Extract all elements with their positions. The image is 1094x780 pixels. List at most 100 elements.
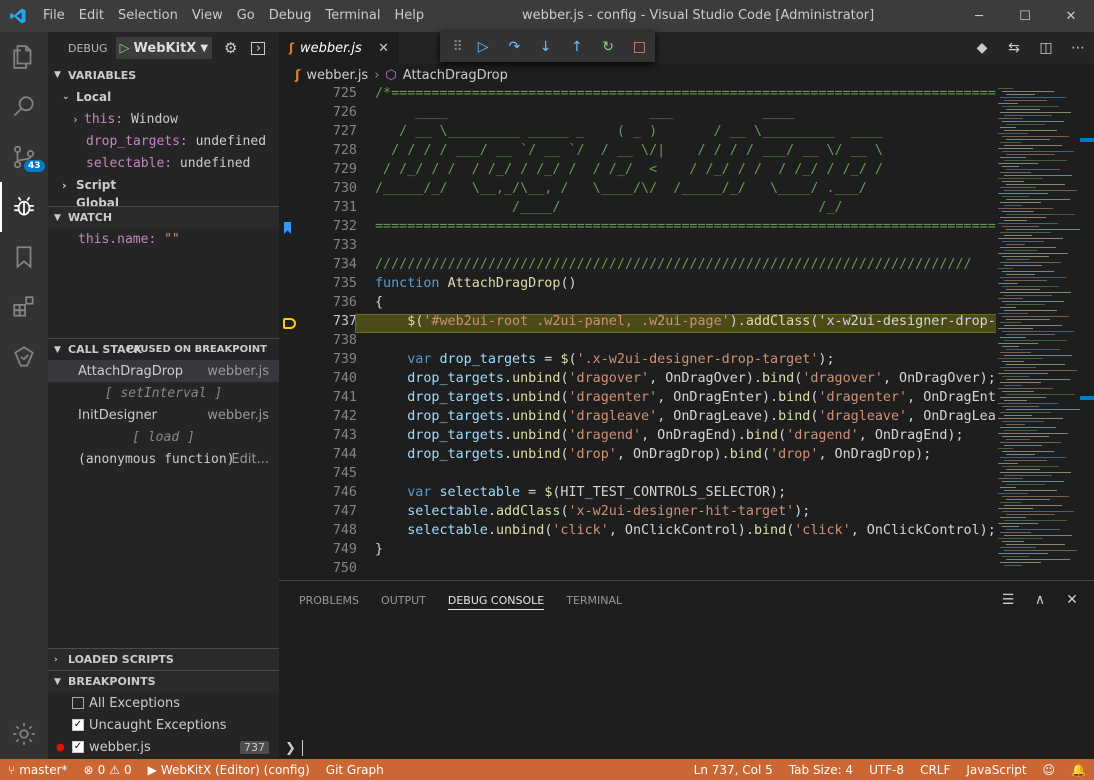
gutter[interactable] bbox=[279, 276, 299, 295]
code-line[interactable]: 731 /____/ /_/ bbox=[279, 200, 1094, 219]
source-control-icon[interactable]: 43 bbox=[0, 132, 48, 182]
variable-row[interactable]: drop_targets: undefined bbox=[48, 130, 279, 152]
line-ending[interactable]: CRLF bbox=[912, 763, 958, 777]
code-line[interactable]: 750 bbox=[279, 561, 1094, 580]
watch-header[interactable]: ▼ WATCH bbox=[48, 206, 279, 228]
feedback-icon[interactable]: ☺ bbox=[1035, 763, 1064, 777]
gutter[interactable] bbox=[279, 333, 299, 352]
gutter[interactable] bbox=[279, 200, 299, 219]
menu-debug[interactable]: Debug bbox=[262, 0, 319, 32]
gutter[interactable] bbox=[279, 352, 299, 371]
scope-script[interactable]: › Script bbox=[48, 174, 279, 196]
menu-help[interactable]: Help bbox=[387, 0, 431, 32]
gutter[interactable] bbox=[279, 314, 299, 333]
gutter[interactable] bbox=[279, 542, 299, 561]
tab-problems[interactable]: PROBLEMS bbox=[291, 581, 373, 619]
close-panel-icon[interactable]: ✕ bbox=[1056, 592, 1088, 608]
code-line[interactable]: 738 bbox=[279, 333, 1094, 352]
gear-icon[interactable]: ⚙ bbox=[224, 39, 237, 57]
stack-frame[interactable]: AttachDragDrop webber.js bbox=[48, 360, 279, 382]
debug-target-status[interactable]: ▶ WebKitX (Editor) (config) bbox=[140, 763, 318, 777]
breadcrumb-symbol[interactable]: AttachDragDrop bbox=[403, 68, 508, 83]
close-window-button[interactable]: ✕ bbox=[1048, 0, 1094, 32]
gutter[interactable] bbox=[279, 447, 299, 466]
code-line[interactable]: 732 =====================================… bbox=[279, 219, 1094, 238]
breakpoint-file[interactable]: ● ✓ webber.js 737 bbox=[48, 736, 279, 758]
checkbox[interactable]: ✓ bbox=[72, 719, 84, 731]
stop-icon[interactable]: □ bbox=[624, 39, 655, 55]
variable-row[interactable]: selectable: undefined bbox=[48, 152, 279, 174]
code-line[interactable]: 734 /////////////////////////////////////… bbox=[279, 257, 1094, 276]
code-line[interactable]: 741 drop_targets.unbind('dragenter', OnD… bbox=[279, 390, 1094, 409]
code-line[interactable]: 727 / __ \_________ _____ _ ( _ ) / __ \… bbox=[279, 124, 1094, 143]
gutter[interactable] bbox=[279, 390, 299, 409]
menu-file[interactable]: File bbox=[36, 0, 72, 32]
code-line[interactable]: 739 var drop_targets = $('.x-w2ui-design… bbox=[279, 352, 1094, 371]
branch-status[interactable]: ⑂ master* bbox=[0, 763, 76, 777]
more-actions-icon[interactable]: ⋯ bbox=[1062, 40, 1094, 56]
code-line[interactable]: 729 / /_/ / / / /_/ / /_/ / / /_/ < / /_… bbox=[279, 162, 1094, 181]
debug-icon[interactable] bbox=[0, 182, 48, 232]
breadcrumb-file[interactable]: webber.js bbox=[306, 68, 368, 83]
open-changes-icon[interactable]: ⇆ bbox=[998, 40, 1030, 56]
scope-local[interactable]: ⌄ Local bbox=[48, 86, 279, 108]
search-icon[interactable] bbox=[0, 82, 48, 132]
minimap[interactable] bbox=[996, 86, 1094, 580]
code-editor[interactable]: 725 /*===================================… bbox=[279, 86, 1094, 580]
breakpoints-header[interactable]: ▼ BREAKPOINTS bbox=[48, 670, 279, 692]
clear-console-icon[interactable]: ☰ bbox=[992, 592, 1024, 608]
stack-frame[interactable]: InitDesigner webber.js bbox=[48, 404, 279, 426]
gutter[interactable] bbox=[279, 409, 299, 428]
tab-webber-js[interactable]: ʃ webber.js ✕ bbox=[279, 32, 399, 64]
menu-terminal[interactable]: Terminal bbox=[319, 0, 388, 32]
code-line[interactable]: 748 selectable.unbind('click', OnClickCo… bbox=[279, 523, 1094, 542]
continue-icon[interactable]: ▷ bbox=[468, 39, 499, 55]
code-line[interactable]: 730 /_____/_/ \__,_/\__, / \____/\/ /____… bbox=[279, 181, 1094, 200]
menu-selection[interactable]: Selection bbox=[111, 0, 185, 32]
gutter[interactable] bbox=[279, 105, 299, 124]
minimize-button[interactable]: ─ bbox=[956, 0, 1002, 32]
code-line[interactable]: 744 drop_targets.unbind('drop', OnDragDr… bbox=[279, 447, 1094, 466]
debug-config-select[interactable]: ▷ WebKitX ▼ bbox=[115, 37, 213, 59]
gutter[interactable] bbox=[279, 162, 299, 181]
watch-expression[interactable]: this.name: "" bbox=[48, 228, 279, 250]
code-line[interactable]: 743 drop_targets.unbind('dragend', OnDra… bbox=[279, 428, 1094, 447]
code-line[interactable]: 726 ____ ___ ____ bbox=[279, 105, 1094, 124]
language-mode[interactable]: JavaScript bbox=[958, 763, 1034, 777]
loaded-scripts-header[interactable]: › LOADED SCRIPTS bbox=[48, 648, 279, 670]
gutter[interactable] bbox=[279, 485, 299, 504]
gutter[interactable] bbox=[279, 466, 299, 485]
menu-go[interactable]: Go bbox=[230, 0, 262, 32]
variable-row[interactable]: › this: Window bbox=[48, 108, 279, 130]
code-line[interactable]: 728 / / / / ___/ __ `/ __ `/ / __ \/| / … bbox=[279, 143, 1094, 162]
compare-icon[interactable]: ◆ bbox=[966, 40, 998, 56]
gutter[interactable] bbox=[279, 124, 299, 143]
code-line[interactable]: 733 bbox=[279, 238, 1094, 257]
step-over-icon[interactable]: ↷ bbox=[499, 39, 530, 55]
settings-gear-icon[interactable] bbox=[0, 709, 48, 759]
checkbox[interactable]: ✓ bbox=[72, 741, 84, 753]
restart-icon[interactable]: ↻ bbox=[593, 39, 624, 55]
breakpoint-all-exceptions[interactable]: All Exceptions bbox=[48, 692, 279, 714]
live-share-icon[interactable] bbox=[0, 332, 48, 382]
step-into-icon[interactable]: ↓ bbox=[530, 39, 561, 55]
maximize-button[interactable]: ☐ bbox=[1002, 0, 1048, 32]
menu-view[interactable]: View bbox=[185, 0, 230, 32]
problems-status[interactable]: ⊗ 0 ⚠ 0 bbox=[76, 763, 140, 777]
cursor-position[interactable]: Ln 737, Col 5 bbox=[686, 763, 781, 777]
scope-global[interactable]: Global bbox=[48, 196, 279, 206]
gutter[interactable] bbox=[279, 504, 299, 523]
code-line[interactable]: 749} bbox=[279, 542, 1094, 561]
tab-debug-console[interactable]: DEBUG CONSOLE bbox=[440, 581, 558, 619]
code-line[interactable]: 745 bbox=[279, 466, 1094, 485]
start-debug-icon[interactable]: ▷ bbox=[120, 41, 130, 56]
gutter[interactable] bbox=[279, 371, 299, 390]
gutter[interactable] bbox=[279, 86, 299, 105]
gutter[interactable] bbox=[279, 428, 299, 447]
split-editor-icon[interactable]: ◫ bbox=[1030, 40, 1062, 56]
gutter[interactable] bbox=[279, 257, 299, 276]
variables-header[interactable]: ▼ VARIABLES bbox=[48, 64, 279, 86]
checkbox[interactable] bbox=[72, 697, 84, 709]
tab-terminal[interactable]: TERMINAL bbox=[558, 581, 636, 619]
breakpoint-uncaught-exceptions[interactable]: ✓ Uncaught Exceptions bbox=[48, 714, 279, 736]
